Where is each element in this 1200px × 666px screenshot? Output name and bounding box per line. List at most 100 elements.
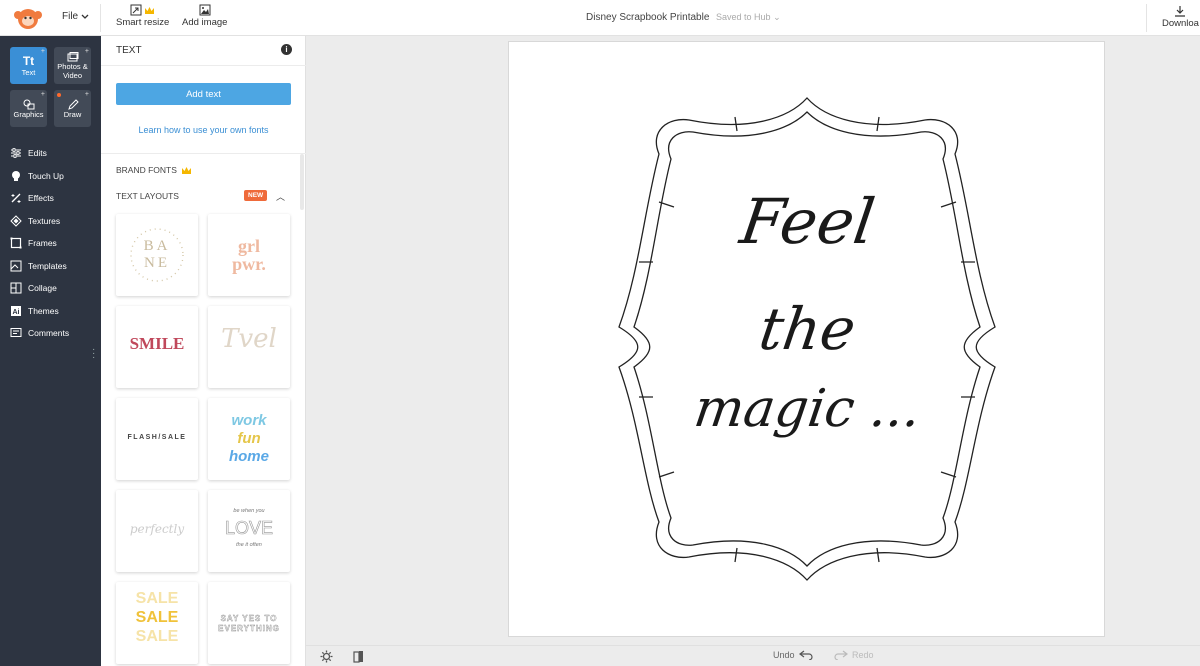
layout-card-sale[interactable]: SALE SALE SALE <box>116 582 198 664</box>
download-label: Downloa <box>1162 18 1199 29</box>
panel-header: TEXT i <box>101 36 306 66</box>
plus-icon: + <box>84 91 89 98</box>
photos-video-label: Photos & Video <box>57 61 88 80</box>
sidebar-item-edits[interactable]: Edits <box>0 142 101 165</box>
learn-fonts-link[interactable]: Learn how to use your own fonts <box>101 125 306 135</box>
design-page[interactable]: Feel the magic ... <box>508 41 1105 637</box>
canvas-text-line[interactable]: the <box>505 295 1111 363</box>
sidebar-item-templates[interactable]: Templates <box>0 255 101 278</box>
add-text-button[interactable]: Add text <box>116 83 291 105</box>
undo-icon <box>798 650 813 660</box>
smart-resize-icon <box>130 4 142 16</box>
sidebar-item-label: Collage <box>28 283 57 294</box>
layout-text: fun <box>237 430 261 447</box>
download-icon <box>1175 6 1186 17</box>
sidebar-item-effects[interactable]: Effects <box>0 187 101 210</box>
sidebar-item-touch-up[interactable]: Touch Up <box>0 165 101 188</box>
chevron-down-icon <box>81 14 89 19</box>
layout-card-love[interactable]: be when you LOVE the it often <box>208 490 290 572</box>
sidebar-item-label: Effects <box>28 193 54 204</box>
photos-icon <box>67 51 78 61</box>
add-image-icon <box>199 4 211 16</box>
layout-card-script[interactable]: perfectly <box>116 490 198 572</box>
frames-icon <box>10 237 22 249</box>
crown-icon <box>145 6 155 14</box>
undo-button[interactable]: Undo <box>773 650 813 660</box>
layout-text: SMILE <box>129 334 185 353</box>
divider <box>1146 4 1147 32</box>
sidebar-item-label: Frames <box>28 238 57 249</box>
layers-icon <box>353 651 363 663</box>
layout-card-work-fun-home[interactable]: work fun home <box>208 398 290 480</box>
layout-text: BA <box>143 238 171 254</box>
draw-label: Draw <box>63 109 82 119</box>
info-icon[interactable]: i <box>281 44 292 55</box>
layout-text: SALE <box>135 609 179 626</box>
collage-icon <box>10 282 22 294</box>
layout-card-say-yes[interactable]: SAY YES TO EVERYTHING <box>208 582 290 664</box>
brand-fonts-section[interactable]: BRAND FONTS <box>116 165 192 175</box>
layout-card-flash-sale[interactable]: FLASH/SALE <box>116 398 198 480</box>
sliders-icon <box>11 148 21 159</box>
picmonkey-logo-icon[interactable] <box>10 5 46 31</box>
text-layouts-label[interactable]: TEXT LAYOUTS <box>116 191 179 201</box>
sidebar-item-themes[interactable]: Ai Themes <box>0 300 101 323</box>
crown-icon <box>181 166 191 174</box>
layout-text: home <box>228 448 269 465</box>
layout-text: pwr. <box>232 254 266 274</box>
layout-card-grl-pwr[interactable]: grl pwr. <box>208 214 290 296</box>
redo-icon <box>834 650 848 660</box>
layout-text: SAY YES TO <box>220 614 278 623</box>
sidebar-item-collage[interactable]: Collage <box>0 277 101 300</box>
graphics-tile[interactable]: + Graphics <box>10 90 47 127</box>
sidebar-item-label: Templates <box>28 260 67 271</box>
download-button[interactable]: Downloa <box>1162 5 1199 29</box>
divider <box>100 4 101 32</box>
file-menu[interactable]: File <box>62 11 89 22</box>
layout-text: EVERYTHING <box>218 624 280 633</box>
chevron-up-icon[interactable]: ︿ <box>276 190 285 203</box>
themes-icon: Ai <box>11 305 21 316</box>
layout-text: FLASH/SALE <box>127 434 187 441</box>
layout-card-bane[interactable]: BA NE <box>116 214 198 296</box>
textures-icon <box>10 215 22 227</box>
document-title[interactable]: Disney Scrapbook Printable <box>586 12 709 23</box>
sidebar-item-label: Themes <box>28 305 59 316</box>
canvas-text-line[interactable]: Feel <box>505 185 1111 258</box>
plus-icon: + <box>40 91 45 98</box>
draw-icon <box>67 98 79 110</box>
text-icon: Tt <box>22 53 35 68</box>
draw-tile[interactable]: + Draw <box>54 90 91 127</box>
brand-fonts-label: BRAND FONTS <box>116 165 177 175</box>
file-menu-label: File <box>62 11 79 22</box>
layout-card-travel[interactable]: Tvel <box>208 306 290 388</box>
divider <box>101 153 306 154</box>
more-options-icon[interactable]: · · · <box>92 345 95 363</box>
layout-card-smile[interactable]: SMILE <box>116 306 198 388</box>
sidebar-item-comments[interactable]: Comments <box>0 322 101 345</box>
photos-video-tile[interactable]: + Photos & Video <box>54 47 91 84</box>
text-panel: TEXT i Add text Learn how to use your ow… <box>101 36 306 666</box>
settings-button[interactable] <box>320 650 333 663</box>
sidebar-item-frames[interactable]: Frames <box>0 232 101 255</box>
text-tool-tile[interactable]: + Tt Text <box>10 47 47 84</box>
redo-button[interactable]: Redo <box>834 650 874 660</box>
new-badge: NEW <box>244 190 268 201</box>
plus-icon: + <box>40 48 45 55</box>
sidebar-item-label: Textures <box>28 215 61 226</box>
add-image-button[interactable]: Add image <box>182 3 227 28</box>
sidebar-item-label: Comments <box>28 328 70 339</box>
top-bar: File Smart resize Add image Disney Scrap… <box>0 0 1200 36</box>
panel-scrollbar[interactable] <box>300 154 304 210</box>
graphics-icon <box>23 99 34 109</box>
panel-title: TEXT <box>116 45 142 56</box>
layers-button[interactable] <box>353 650 365 663</box>
sidebar-item-textures[interactable]: Textures <box>0 210 101 233</box>
templates-icon <box>10 260 22 272</box>
save-status[interactable]: Saved to Hub ⌄ <box>716 12 781 23</box>
touch-up-icon <box>12 170 20 181</box>
undo-label: Undo <box>773 650 795 660</box>
left-sidebar: + Tt Text + Photos & Video + Graphics + … <box>0 36 101 666</box>
smart-resize-button[interactable]: Smart resize <box>116 3 169 28</box>
canvas-text-line[interactable]: magic ... <box>505 377 1111 441</box>
